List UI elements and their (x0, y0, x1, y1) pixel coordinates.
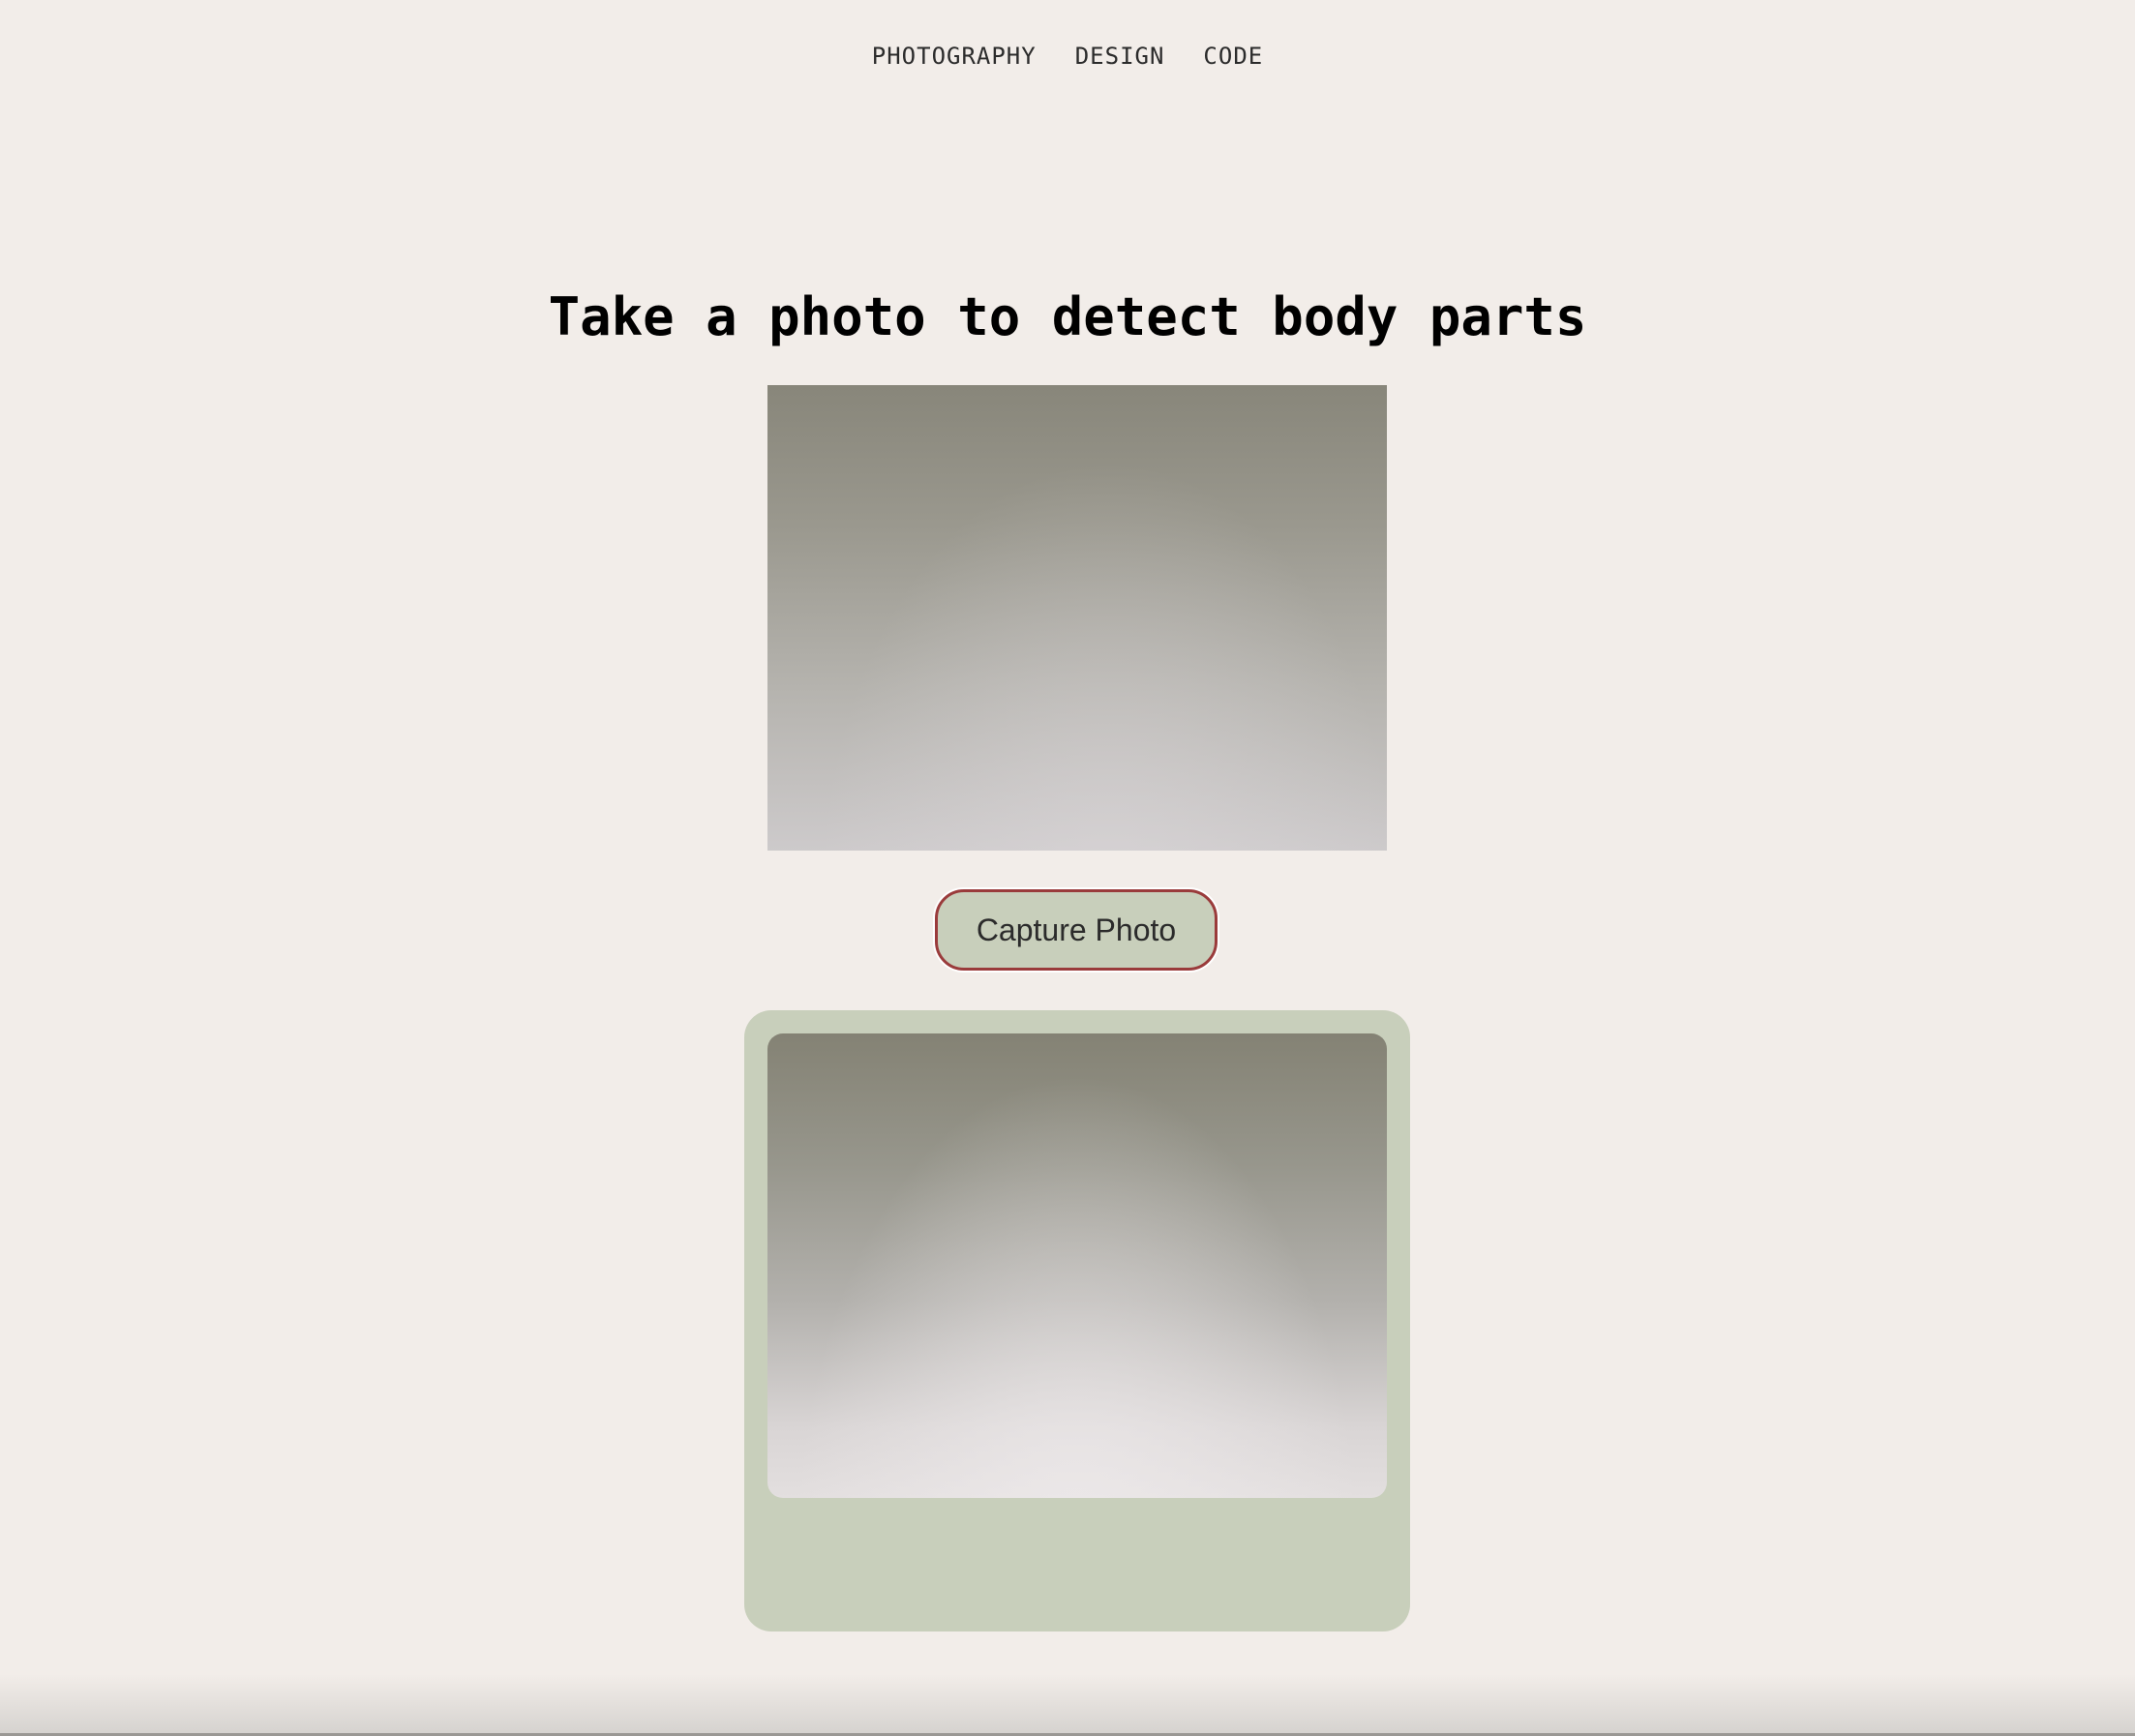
bottom-shadow (0, 1674, 2135, 1736)
captured-photo-card (744, 1010, 1410, 1631)
captured-photo (767, 1033, 1387, 1498)
top-nav: PHOTOGRAPHY DESIGN CODE (0, 39, 2135, 74)
page-title: Take a photo to detect body parts (548, 286, 1587, 347)
nav-item-photography[interactable]: PHOTOGRAPHY (872, 39, 1037, 74)
nav-item-code[interactable]: CODE (1203, 39, 1263, 74)
capture-photo-button[interactable]: Capture Photo (935, 889, 1218, 971)
camera-preview (767, 385, 1387, 851)
nav-item-design[interactable]: DESIGN (1075, 39, 1165, 74)
